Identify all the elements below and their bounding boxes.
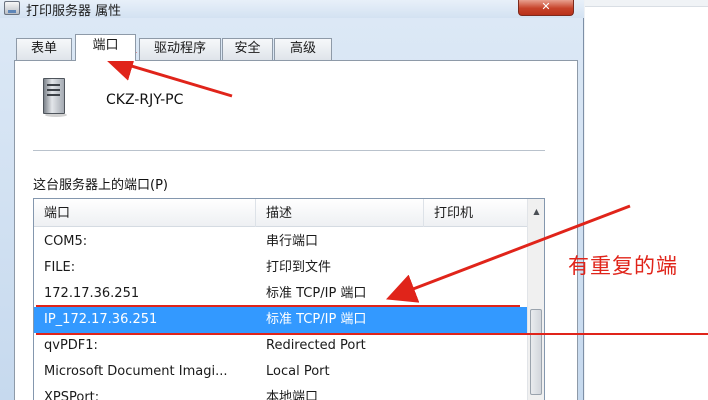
description-cell: Local Port (266, 364, 330, 379)
scroll-thumb[interactable] (530, 309, 542, 395)
port-cell: Microsoft Document Imagi... (44, 364, 228, 379)
title-bar: 打印服务器 属性 ✕ (0, 0, 584, 19)
description-cell: 标准 TCP/IP 端口 (266, 286, 367, 301)
description-cell: 本地端口 (266, 390, 319, 400)
list-item-selected[interactable]: IP_172.17.36.251 标准 TCP/IP 端口 (34, 307, 528, 333)
divider (33, 150, 545, 151)
ports-listview[interactable]: 端口 描述 打印机 COM5: 串行端口 FILE: 打印到文件 172.17.… (33, 198, 545, 400)
tab-forms[interactable]: 表单 (16, 38, 72, 60)
tab-drivers[interactable]: 驱动程序 (139, 38, 221, 60)
ports-list-label: 这台服务器上的端口(P) (33, 178, 168, 193)
port-cell: IP_172.17.36.251 (44, 312, 158, 327)
server-name: CKZ-RJY-PC (106, 92, 184, 108)
description-cell: 打印到文件 (266, 260, 332, 275)
description-cell: 串行端口 (266, 234, 319, 249)
port-cell: FILE: (44, 260, 76, 275)
printer-server-icon (4, 1, 20, 15)
tab-advanced[interactable]: 高级 (274, 38, 332, 60)
port-cell: qvPDF1: (44, 338, 98, 353)
list-item[interactable]: 172.17.36.251 标准 TCP/IP 端口 (34, 281, 528, 307)
annotation-text: 有重复的端 (568, 254, 678, 278)
port-cell: XPSPort: (44, 390, 100, 400)
column-header-printer[interactable]: 打印机 (424, 199, 528, 227)
port-cell: COM5: (44, 234, 88, 249)
list-item[interactable]: COM5: 串行端口 (34, 229, 528, 255)
vertical-scrollbar[interactable]: ▲ (527, 199, 544, 400)
tab-security[interactable]: 安全 (222, 38, 273, 60)
background-window-toolbar (585, 0, 708, 7)
list-item[interactable]: qvPDF1: Redirected Port (34, 333, 528, 359)
column-header-port[interactable]: 端口 (34, 199, 256, 227)
scroll-up-arrow-icon[interactable]: ▲ (530, 201, 543, 225)
description-cell: Redirected Port (266, 338, 366, 353)
list-item[interactable]: FILE: 打印到文件 (34, 255, 528, 281)
close-button[interactable]: ✕ (518, 0, 574, 16)
column-header-description[interactable]: 描述 (256, 199, 424, 227)
listview-header: 端口 描述 打印机 (34, 199, 528, 227)
list-item[interactable]: XPSPort: 本地端口 (34, 385, 528, 400)
list-item[interactable]: Microsoft Document Imagi... Local Port (34, 359, 528, 385)
background-window (585, 0, 708, 400)
tab-ports[interactable]: 端口 (75, 34, 136, 61)
server-icon (43, 78, 67, 117)
window-title: 打印服务器 属性 (26, 4, 122, 19)
description-cell: 标准 TCP/IP 端口 (266, 312, 367, 327)
port-cell: 172.17.36.251 (44, 286, 140, 301)
